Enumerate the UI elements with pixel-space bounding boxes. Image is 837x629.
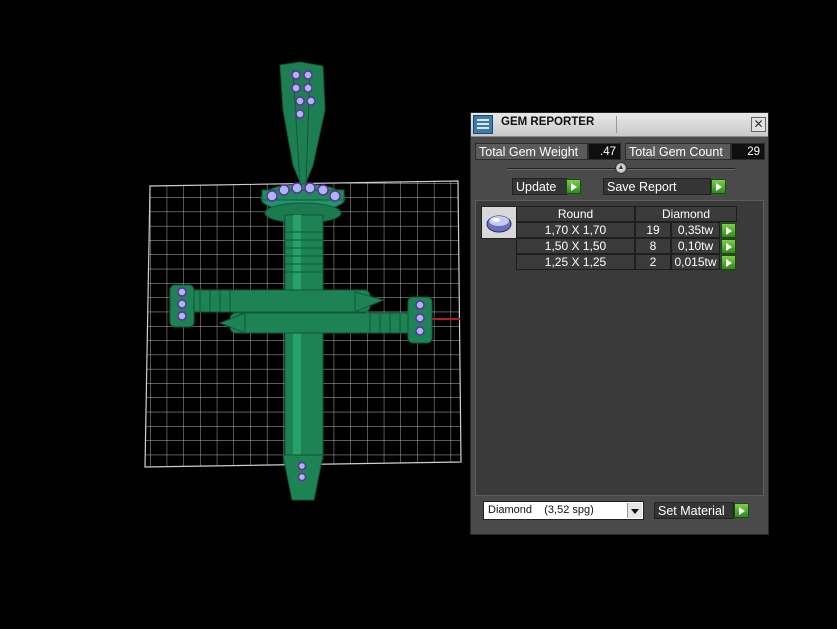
material-dropdown[interactable]: Diamond (3,52 spg) [483, 501, 644, 520]
row-select-icon[interactable] [721, 255, 736, 270]
slider-handle[interactable]: ▲ [615, 162, 627, 174]
total-gem-weight-value: .47 [588, 143, 621, 160]
save-report-button[interactable]: Save Report [603, 178, 711, 195]
header-material: Diamond [635, 206, 737, 222]
row-count: 8 [635, 238, 671, 254]
title-separator [616, 116, 617, 133]
update-button[interactable]: Update [512, 178, 567, 195]
save-report-go-icon[interactable] [711, 179, 726, 194]
gem-reporter-panel: GEM REPORTER ✕ Total Gem Weight .47 Tota… [470, 112, 769, 535]
row-weight: 0,35tw [671, 222, 720, 238]
total-gem-weight-label: Total Gem Weight [475, 143, 588, 160]
set-material-button[interactable]: Set Material [654, 502, 734, 519]
material-selected-value: Diamond (3,52 spg) [488, 504, 594, 516]
row-weight: 0,10tw [671, 238, 720, 254]
close-icon[interactable]: ✕ [751, 117, 766, 132]
total-gem-count-label: Total Gem Count [625, 143, 731, 160]
panel-titlebar[interactable]: GEM REPORTER ✕ [471, 113, 768, 137]
row-select-icon[interactable] [721, 223, 736, 238]
round-gem-icon[interactable] [481, 206, 517, 239]
panel-title: GEM REPORTER [501, 116, 595, 128]
gem-reporter-icon [473, 115, 493, 134]
update-go-icon[interactable] [566, 179, 581, 194]
row-size: 1,70 X 1,70 [516, 222, 635, 238]
gem-list: Round Diamond 1,70 X 1,70 19 0,35tw 1,50… [475, 200, 764, 496]
row-count: 2 [635, 254, 671, 270]
row-count: 19 [635, 222, 671, 238]
row-weight: 0,015tw [671, 254, 720, 270]
total-gem-count-value: 29 [731, 143, 765, 160]
set-material-go-icon[interactable] [734, 503, 749, 518]
row-size: 1,50 X 1,50 [516, 238, 635, 254]
header-shape: Round [516, 206, 635, 222]
row-select-icon[interactable] [721, 239, 736, 254]
chevron-down-icon[interactable] [627, 503, 642, 518]
row-size: 1,25 X 1,25 [516, 254, 635, 270]
